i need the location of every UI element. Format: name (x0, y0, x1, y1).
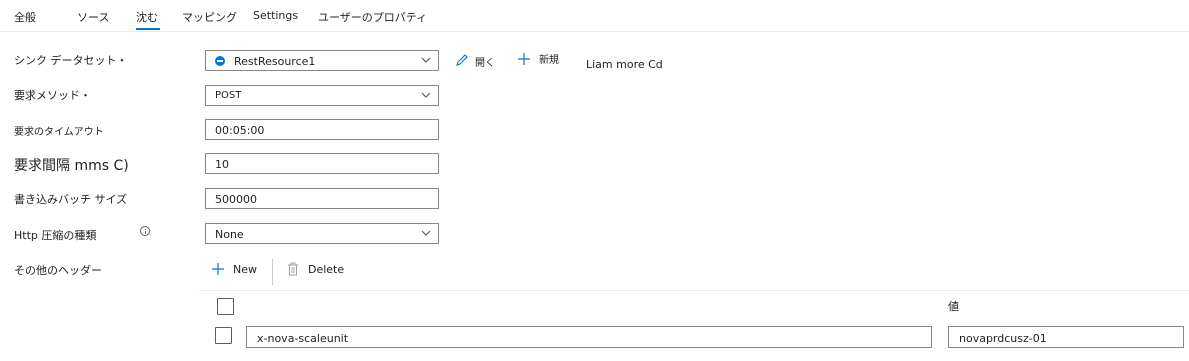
plus-icon (518, 53, 530, 65)
trash-icon (288, 262, 298, 276)
sink-dataset-select[interactable]: RestResource1 (205, 50, 439, 71)
new-header-label: New (233, 263, 257, 276)
request-method-label: 要求メソッド・ (14, 89, 91, 102)
additional-headers-label: その他のヘッダー (14, 264, 102, 277)
request-method-value: POST (215, 90, 242, 101)
request-method-select[interactable]: POST (205, 85, 439, 106)
header-value-input[interactable]: novaprdcusz-01 (948, 326, 1184, 348)
tab-mapping[interactable]: マッピング (182, 9, 237, 25)
open-label: 開く (475, 58, 495, 69)
plus-icon (212, 263, 224, 275)
headers-table-header: 値 (199, 290, 1189, 320)
value-column-header: 値 (948, 300, 959, 313)
chevron-down-icon (421, 230, 431, 236)
request-interval-label: 要求間隔 mms C) (14, 158, 129, 174)
tab-user-properties[interactable]: ユーザーのプロパティ (318, 9, 427, 25)
learn-more-text[interactable]: Liam more Cd (586, 58, 663, 71)
table-row: x-nova-scaleunit novaprdcusz-01 (199, 322, 1189, 352)
request-interval-value: 10 (215, 158, 229, 171)
select-all-checkbox[interactable] (217, 298, 234, 315)
new-dataset-button[interactable]: 新規 (517, 50, 563, 66)
header-name-input[interactable]: x-nova-scaleunit (246, 326, 932, 348)
header-name-value: x-nova-scaleunit (257, 332, 349, 345)
write-batch-size-value: 500000 (215, 193, 257, 206)
request-timeout-value: 00:05:00 (215, 124, 265, 137)
delete-header-button[interactable]: Delete (287, 262, 347, 278)
dataset-icon (215, 56, 225, 66)
delete-header-label: Delete (308, 263, 345, 276)
http-compression-select[interactable]: None (205, 223, 439, 244)
request-timeout-label: 要求のタイムアウト (14, 127, 104, 138)
active-tab-indicator (136, 28, 160, 30)
pencil-icon (456, 54, 468, 66)
chevron-down-icon (421, 92, 431, 98)
http-compression-value: None (215, 228, 244, 241)
write-batch-size-label: 書き込みバッチ サイズ (14, 193, 128, 206)
open-dataset-button[interactable]: 開く (455, 53, 497, 69)
tab-general[interactable]: 全般 (14, 9, 36, 25)
write-batch-size-input[interactable]: 500000 (205, 188, 439, 209)
sink-dataset-value: RestResource1 (234, 55, 316, 68)
new-header-button[interactable]: New (211, 262, 261, 278)
new-label: 新規 (539, 55, 559, 66)
toolbar-divider (272, 259, 273, 285)
request-interval-input[interactable]: 10 (205, 153, 439, 174)
info-icon[interactable] (140, 226, 150, 236)
sink-dataset-label: シンク データセット・ (14, 54, 128, 67)
chevron-down-icon (421, 57, 431, 63)
http-compression-label: Http 圧縮の種類 (14, 229, 97, 242)
tab-settings[interactable]: Settings (253, 9, 298, 22)
tab-sink[interactable]: 沈む (136, 9, 158, 25)
tab-bar: 全般 ソース 沈む マッピング Settings ユーザーのプロパティ (0, 0, 1189, 32)
header-value-value: novaprdcusz-01 (959, 332, 1047, 345)
tab-source[interactable]: ソース (77, 9, 109, 25)
request-timeout-input[interactable]: 00:05:00 (205, 119, 439, 140)
row-checkbox[interactable] (215, 327, 232, 344)
